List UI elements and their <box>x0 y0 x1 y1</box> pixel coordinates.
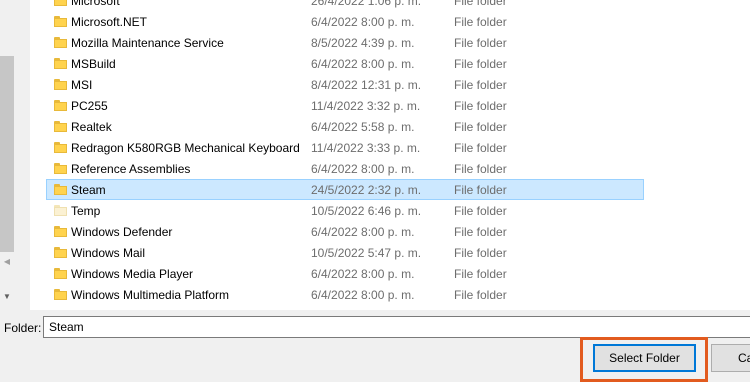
file-type: File folder <box>454 15 507 29</box>
file-list: Microsoft 26/4/2022 1:06 p. m. File fold… <box>30 0 750 310</box>
select-folder-button[interactable]: Select Folder <box>593 344 696 372</box>
file-date: 11/4/2022 3:33 p. m. <box>311 141 421 155</box>
file-type: File folder <box>454 78 507 92</box>
navigation-pane: ◀ ▼ <box>0 0 14 310</box>
file-row-windows-multimedia-platform[interactable]: Windows Multimedia Platform 6/4/2022 8:0… <box>46 284 644 305</box>
folder-icon <box>54 0 67 6</box>
folder-icon <box>54 268 67 279</box>
file-row-steam[interactable]: Steam 24/5/2022 2:32 p. m. File folder <box>46 179 644 200</box>
file-type: File folder <box>454 36 507 50</box>
file-type: File folder <box>454 0 507 8</box>
file-row-pc255[interactable]: PC255 11/4/2022 3:32 p. m. File folder <box>46 95 644 116</box>
file-date: 6/4/2022 8:00 p. m. <box>311 288 415 302</box>
file-row-temp[interactable]: Temp 10/5/2022 6:46 p. m. File folder <box>46 200 644 221</box>
file-type: File folder <box>454 204 507 218</box>
file-name: Microsoft <box>71 0 120 8</box>
file-name: MSI <box>71 78 93 92</box>
file-row-realtek[interactable]: Realtek 6/4/2022 5:58 p. m. File folder <box>46 116 644 137</box>
folder-icon <box>54 163 67 174</box>
folder-name-input[interactable]: Steam <box>43 316 750 338</box>
file-type: File folder <box>454 120 507 134</box>
folder-icon <box>54 16 67 27</box>
file-date: 26/4/2022 1:06 p. m. <box>311 0 422 8</box>
navigation-scrollbar[interactable]: ◀ ▼ <box>0 0 14 310</box>
file-name: Redragon K580RGB Mechanical Keyboard <box>71 141 300 155</box>
file-type: File folder <box>454 225 507 239</box>
file-row-msbuild[interactable]: MSBuild 6/4/2022 8:00 p. m. File folder <box>46 53 644 74</box>
file-name: PC255 <box>71 99 108 113</box>
file-type: File folder <box>454 57 507 71</box>
file-row-windows-mail[interactable]: Windows Mail 10/5/2022 5:47 p. m. File f… <box>46 242 644 263</box>
file-row-windows-media-player[interactable]: Windows Media Player 6/4/2022 8:00 p. m.… <box>46 263 644 284</box>
file-row-reference-assemblies[interactable]: Reference Assemblies 6/4/2022 8:00 p. m.… <box>46 158 644 179</box>
file-date: 8/4/2022 12:31 p. m. <box>311 78 422 92</box>
file-date: 10/5/2022 5:47 p. m. <box>311 246 422 260</box>
folder-icon <box>54 37 67 48</box>
file-type: File folder <box>454 246 507 260</box>
file-name: Windows Multimedia Platform <box>71 288 230 302</box>
file-date: 24/5/2022 2:32 p. m. <box>311 183 422 197</box>
file-date: 6/4/2022 5:58 p. m. <box>311 120 415 134</box>
file-type: File folder <box>454 267 507 281</box>
file-date: 6/4/2022 8:00 p. m. <box>311 267 415 281</box>
file-date: 11/4/2022 3:32 p. m. <box>311 99 421 113</box>
file-date: 6/4/2022 8:00 p. m. <box>311 225 415 239</box>
file-row-mozilla-maintenance-service[interactable]: Mozilla Maintenance Service 8/5/2022 4:3… <box>46 32 644 53</box>
file-type: File folder <box>454 183 507 197</box>
file-row-redragon-keyboard[interactable]: Redragon K580RGB Mechanical Keyboard 11/… <box>46 137 644 158</box>
chevron-down-icon[interactable]: ▼ <box>0 290 14 304</box>
folder-icon <box>54 184 67 195</box>
file-type: File folder <box>454 288 507 302</box>
cancel-button[interactable]: Cancel <box>711 344 750 372</box>
file-name: Reference Assemblies <box>71 162 191 176</box>
file-row-msi[interactable]: MSI 8/4/2022 12:31 p. m. File folder <box>46 74 644 95</box>
file-row-microsoft-net[interactable]: Microsoft.NET 6/4/2022 8:00 p. m. File f… <box>46 11 644 32</box>
file-date: 6/4/2022 8:00 p. m. <box>311 15 415 29</box>
file-name: Realtek <box>71 120 112 134</box>
file-type: File folder <box>454 99 507 113</box>
folder-icon <box>54 79 67 90</box>
file-row-windows-defender[interactable]: Windows Defender 6/4/2022 8:00 p. m. Fil… <box>46 221 644 242</box>
file-name: Microsoft.NET <box>71 15 148 29</box>
folder-icon <box>54 100 67 111</box>
file-name: Windows Defender <box>71 225 173 239</box>
file-name: Temp <box>71 204 101 218</box>
file-name: Windows Mail <box>71 246 146 260</box>
file-row-microsoft[interactable]: Microsoft 26/4/2022 1:06 p. m. File fold… <box>46 0 644 11</box>
chevron-left-icon[interactable]: ◀ <box>0 255 14 269</box>
file-date: 10/5/2022 6:46 p. m. <box>311 204 422 218</box>
dialog-footer: Folder: Steam Select Folder Cancel <box>0 310 750 382</box>
file-name: Mozilla Maintenance Service <box>71 36 224 50</box>
file-date: 8/5/2022 4:39 p. m. <box>311 36 415 50</box>
file-name: Windows Media Player <box>71 267 194 281</box>
scrollbar-thumb[interactable] <box>0 56 14 252</box>
file-date: 6/4/2022 8:00 p. m. <box>311 162 415 176</box>
file-name: MSBuild <box>71 57 116 71</box>
folder-icon <box>54 121 67 132</box>
folder-icon <box>54 289 67 300</box>
file-type: File folder <box>454 162 507 176</box>
folder-icon <box>54 247 67 258</box>
folder-icon <box>54 205 67 216</box>
file-date: 6/4/2022 8:00 p. m. <box>311 57 415 71</box>
file-type: File folder <box>454 141 507 155</box>
folder-field-label: Folder: <box>4 321 42 335</box>
folder-icon <box>54 226 67 237</box>
file-name: Steam <box>71 183 106 197</box>
folder-icon <box>54 142 67 153</box>
folder-icon <box>54 58 67 69</box>
